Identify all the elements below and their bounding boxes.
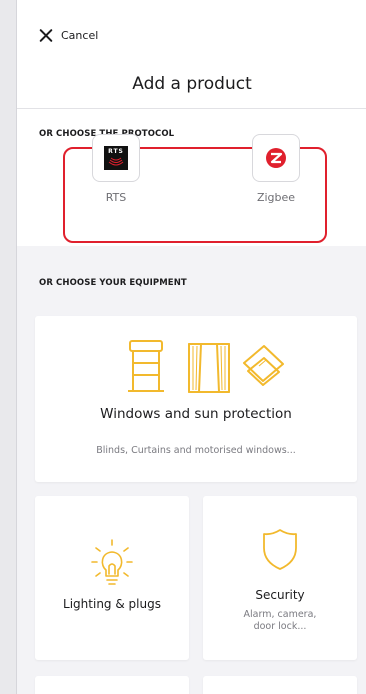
protocol-name-rts: RTS bbox=[105, 191, 127, 204]
rts-logo-icon: RTS bbox=[104, 146, 128, 170]
cancel-button[interactable]: Cancel bbox=[39, 28, 98, 42]
rts-tile: RTS bbox=[92, 134, 140, 182]
protocol-item-zigbee[interactable]: Zigbee bbox=[251, 134, 301, 204]
blind-icon bbox=[128, 340, 164, 392]
equipment-section-header: OR CHOOSE YOUR EQUIPMENT bbox=[17, 246, 366, 316]
rts-signal-icon bbox=[108, 157, 124, 166]
curtain-icon bbox=[188, 343, 230, 393]
light-bulb-icon bbox=[35, 536, 189, 592]
header: Cancel Add a product bbox=[17, 0, 366, 108]
zigbee-logo-icon bbox=[266, 148, 286, 168]
protocol-item-rts[interactable]: RTS RTS bbox=[91, 134, 141, 204]
card-security[interactable]: Security Alarm, camera, door lock... bbox=[203, 496, 357, 660]
card-title: Security bbox=[255, 588, 305, 602]
card-title: Lighting & plugs bbox=[63, 597, 161, 611]
windows-icons bbox=[35, 336, 357, 406]
shield-icon bbox=[203, 526, 357, 576]
card-partial[interactable] bbox=[35, 676, 189, 694]
card-partial[interactable] bbox=[203, 676, 357, 694]
protocol-section: OR CHOOSE THE PROTOCOL bbox=[17, 108, 366, 246]
page-title: Add a product bbox=[132, 74, 252, 94]
card-lighting-plugs[interactable]: Lighting & plugs bbox=[35, 496, 189, 660]
close-icon bbox=[39, 28, 53, 42]
card-subtitle: Alarm, camera, door lock... bbox=[243, 609, 317, 632]
equipment-section-label: OR CHOOSE YOUR EQUIPMENT bbox=[39, 278, 187, 288]
protocol-name-zigbee: Zigbee bbox=[256, 191, 296, 204]
roof-window-icon bbox=[243, 345, 284, 386]
zigbee-tile bbox=[252, 134, 300, 182]
rts-logo-text: RTS bbox=[108, 148, 124, 155]
card-title: Windows and sun protection bbox=[100, 406, 292, 422]
card-windows-sun-protection[interactable]: Windows and sun protection Blinds, Curta… bbox=[35, 316, 357, 482]
card-subtitle: Blinds, Curtains and motorised windows..… bbox=[96, 445, 296, 456]
cancel-label: Cancel bbox=[61, 28, 99, 42]
app-screen: Cancel Add a product OR CHOOSE THE PROTO… bbox=[16, 0, 366, 694]
